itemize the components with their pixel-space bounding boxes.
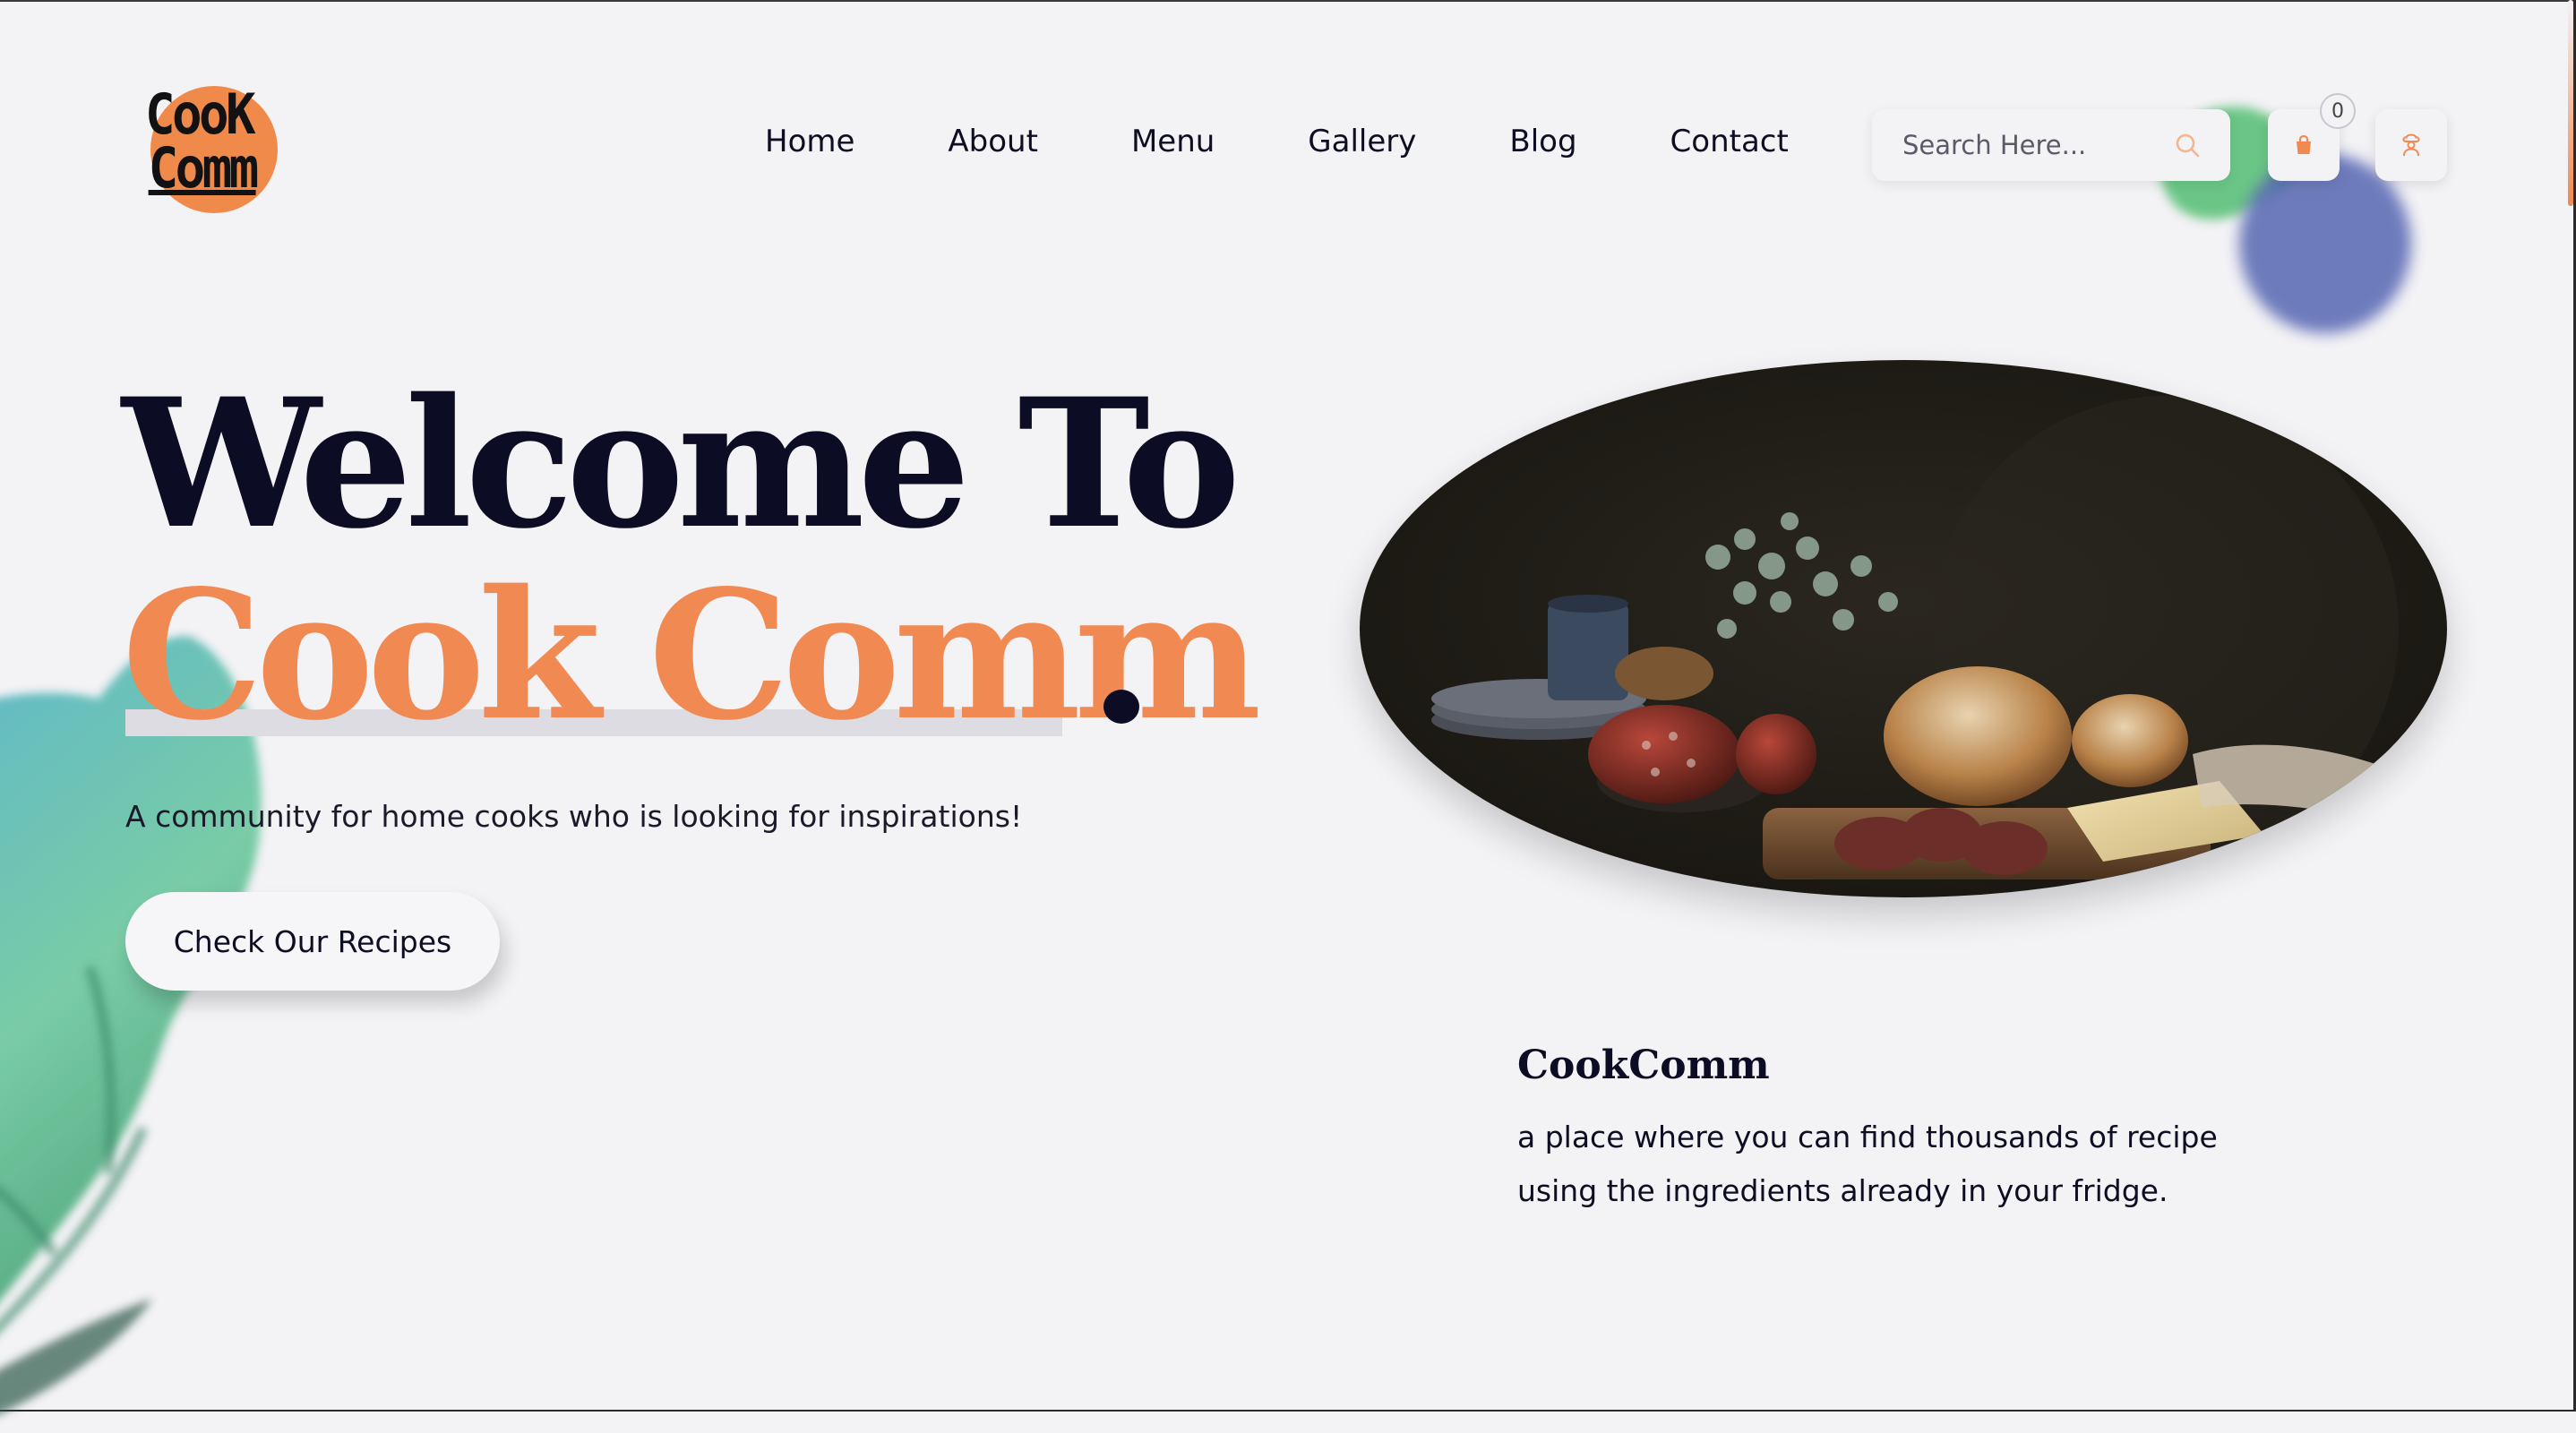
hero-food-image (1360, 360, 2447, 897)
scrollbar-thumb[interactable] (2568, 0, 2573, 206)
cart-count-badge: 0 (2320, 93, 2356, 129)
check-recipes-button[interactable]: Check Our Recipes (125, 892, 500, 991)
search-box (1872, 109, 2230, 181)
hero-subtitle: A community for home cooks who is lookin… (125, 799, 1023, 834)
nav-item-contact[interactable]: Contact (1670, 124, 1789, 159)
main-nav: Home About Menu Gallery Blog Contact (765, 124, 1789, 159)
info-description: a place where you can find thousands of … (1517, 1120, 2218, 1208)
search-input[interactable] (1901, 129, 2173, 161)
nav-item-menu[interactable]: Menu (1131, 124, 1215, 159)
nav-item-blog[interactable]: Blog (1509, 124, 1576, 159)
brand-logo[interactable]: CooK Comm (145, 82, 306, 215)
decorative-blueberry-blob (2239, 154, 2411, 333)
window-top-border (0, 0, 2576, 2)
search-icon[interactable] (2173, 131, 2202, 159)
logo-line-1: CooK (145, 82, 256, 147)
food-still-life-illustration (1360, 360, 2447, 897)
nav-item-gallery[interactable]: Gallery (1308, 124, 1416, 159)
logo-line-2: Comm (148, 135, 260, 201)
nav-item-home[interactable]: Home (765, 124, 854, 159)
user-account-button[interactable] (2375, 109, 2447, 181)
hero-title-dot (1103, 690, 1139, 724)
nav-item-about[interactable]: About (948, 124, 1038, 159)
hero-title-line-2: Cook Comm (122, 551, 1261, 759)
info-title: CookComm (1517, 1043, 1770, 1088)
hero-title-line-1: Welcome To (122, 359, 1241, 568)
chef-user-icon (2402, 133, 2420, 157)
shopping-bag-icon (2297, 134, 2311, 154)
logo-text: CooK Comm (145, 82, 260, 201)
